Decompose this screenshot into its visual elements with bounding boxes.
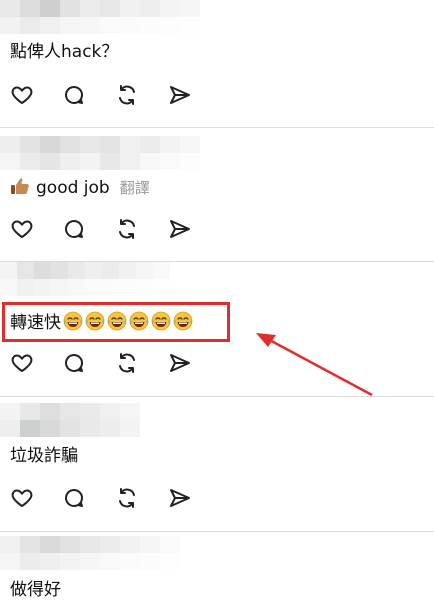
send-icon[interactable] [168, 217, 192, 241]
heart-icon[interactable] [10, 217, 34, 241]
send-icon[interactable] [168, 486, 192, 510]
heart-icon[interactable] [10, 351, 34, 375]
translate-link[interactable]: 翻譯 [120, 179, 150, 197]
blurred-username[interactable] [0, 262, 170, 296]
heart-icon[interactable] [10, 83, 34, 107]
repost-icon[interactable] [115, 83, 139, 107]
divider [0, 396, 434, 397]
repost-icon[interactable] [115, 217, 139, 241]
comment-bubble-icon[interactable] [62, 351, 86, 375]
repost-icon[interactable] [115, 486, 139, 510]
thumbs-up-emoji-icon [10, 176, 30, 196]
divider [0, 127, 434, 128]
divider [0, 531, 434, 532]
blurred-username[interactable] [0, 403, 140, 437]
repost-icon[interactable] [115, 351, 139, 375]
send-icon[interactable] [168, 351, 192, 375]
comment-bubble-icon[interactable] [62, 217, 86, 241]
post-text-content: good job [36, 178, 110, 198]
send-icon[interactable] [168, 83, 192, 107]
annotation-highlight-box [2, 302, 230, 342]
blurred-username[interactable] [0, 136, 200, 170]
blurred-username[interactable] [0, 536, 180, 570]
post-text: 做得好 [10, 580, 61, 600]
comment-bubble-icon[interactable] [62, 486, 86, 510]
post-text: 點俾人hack？ [10, 42, 119, 62]
blurred-username[interactable] [0, 0, 200, 34]
post-text: 垃圾詐騙 [10, 446, 78, 466]
comment-bubble-icon[interactable] [62, 83, 86, 107]
annotation-arrow [256, 333, 373, 397]
heart-icon[interactable] [10, 486, 34, 510]
post-text: good job 翻譯 [10, 176, 150, 199]
